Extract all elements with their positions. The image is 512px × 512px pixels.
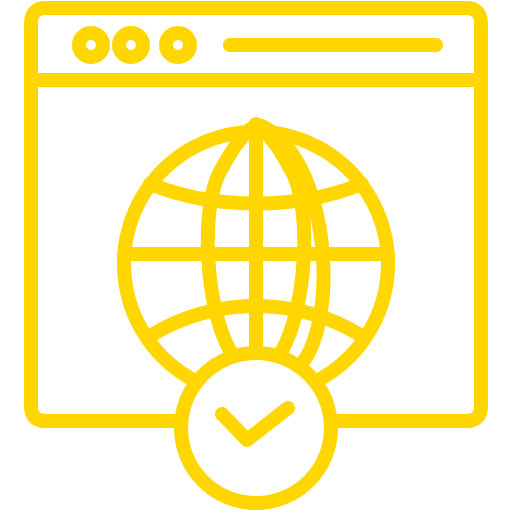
checkmark-icon bbox=[215, 401, 295, 447]
globe-icon bbox=[117, 117, 395, 385]
window-dot-2-icon bbox=[112, 26, 150, 64]
web-globe-verified-icon bbox=[24, 1, 488, 510]
window-dot-3-icon bbox=[159, 26, 197, 64]
window-dot-1-icon bbox=[72, 26, 110, 64]
icon-canvas bbox=[0, 0, 512, 512]
checkmark-badge-icon bbox=[174, 346, 338, 510]
